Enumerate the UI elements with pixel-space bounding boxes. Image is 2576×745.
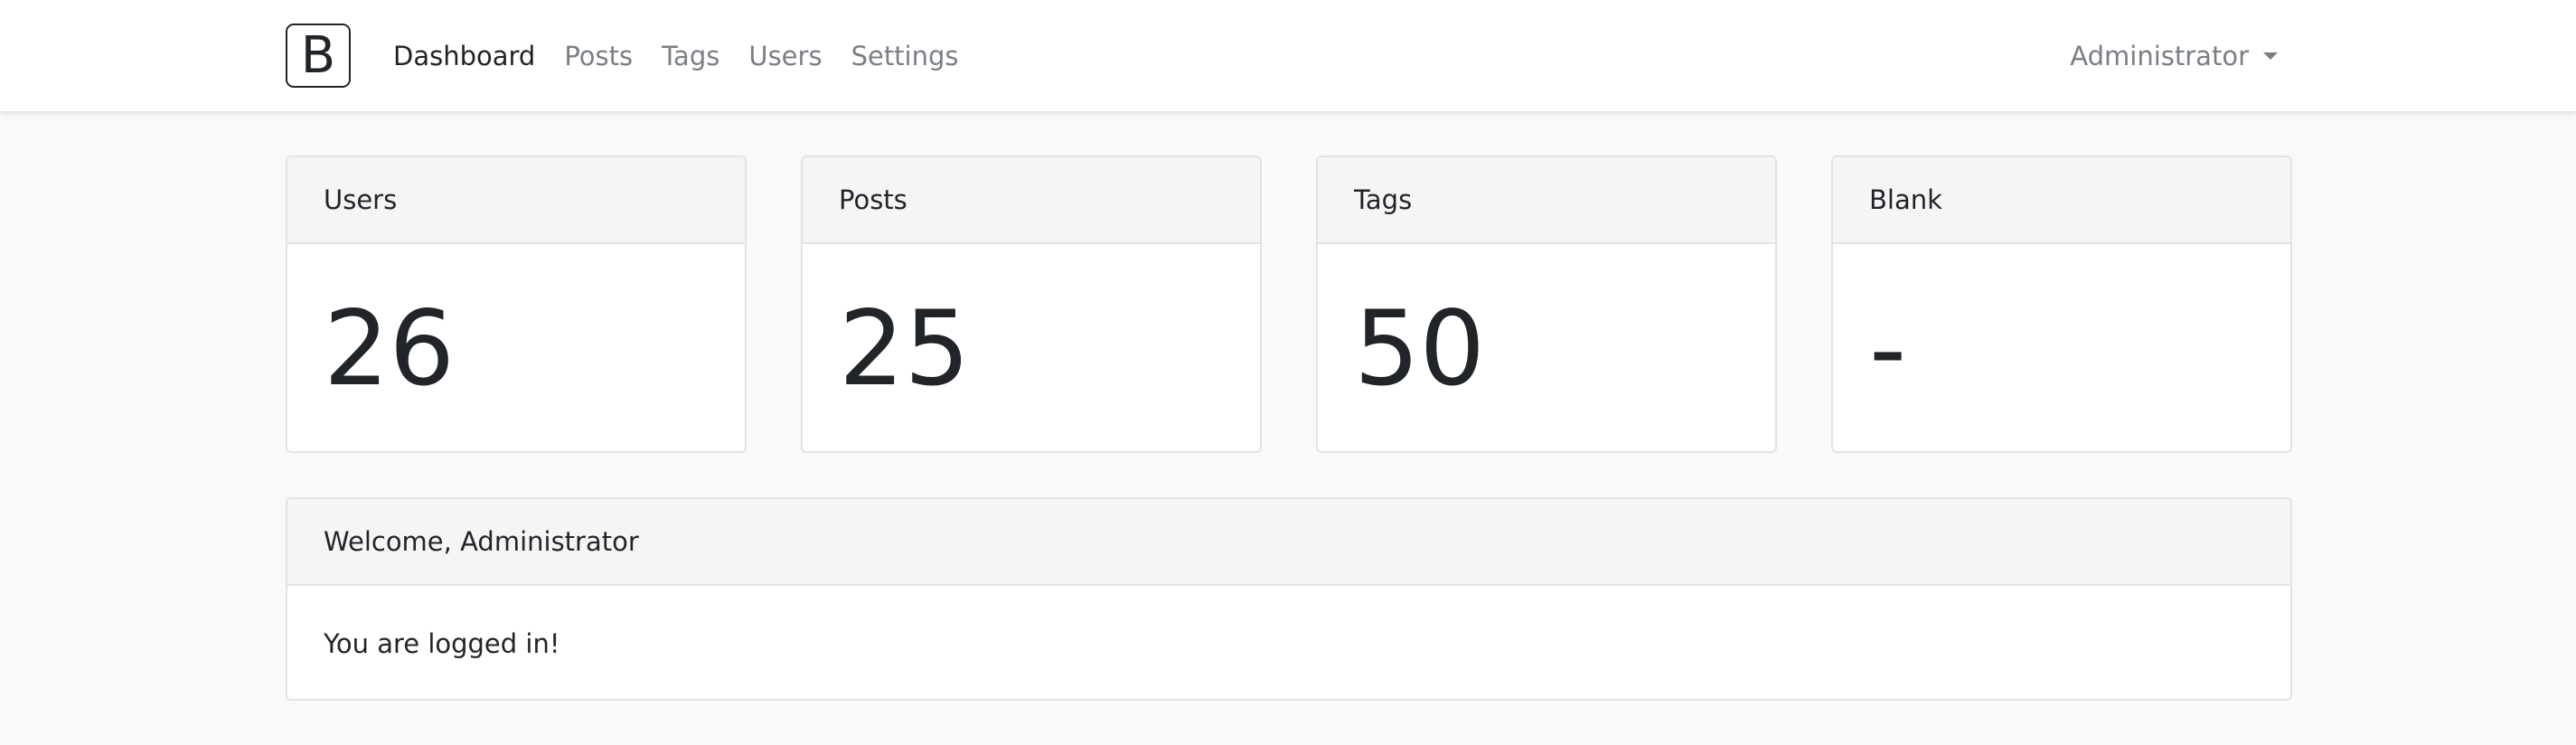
card-header: Users	[287, 157, 745, 244]
top-navbar: B Dashboard Posts Tags Users Settings Ad…	[0, 0, 2576, 112]
card-body: 26	[287, 244, 745, 451]
stat-card-tags: Tags 50	[1316, 156, 1777, 453]
card-body: 50	[1318, 244, 1775, 451]
user-dropdown[interactable]: Administrator	[2070, 0, 2278, 112]
stat-value: -	[1869, 288, 1907, 409]
stat-value: 25	[839, 288, 971, 409]
card-header: Blank	[1833, 157, 2290, 244]
card-header: Tags	[1318, 157, 1775, 244]
nav-link-dashboard[interactable]: Dashboard	[393, 41, 535, 71]
nav-link-settings[interactable]: Settings	[851, 41, 959, 71]
user-name: Administrator	[2070, 41, 2249, 71]
stat-value: 50	[1354, 288, 1486, 409]
welcome-message: You are logged in!	[324, 627, 560, 659]
stat-card-users: Users 26	[286, 156, 747, 453]
stat-value: 26	[324, 288, 456, 409]
stat-card-posts: Posts 25	[801, 156, 1262, 453]
welcome-card: Welcome, Administrator You are logged in…	[286, 497, 2292, 701]
welcome-header: Welcome, Administrator	[287, 499, 2290, 586]
brand-logo[interactable]: B	[286, 24, 351, 88]
nav-link-posts[interactable]: Posts	[564, 41, 633, 71]
nav-links: Dashboard Posts Tags Users Settings	[393, 0, 988, 112]
nav-link-tags[interactable]: Tags	[662, 41, 719, 71]
chevron-down-icon	[2263, 52, 2278, 60]
card-header: Posts	[803, 157, 1260, 244]
card-body: -	[1833, 244, 2290, 451]
nav-link-users[interactable]: Users	[748, 41, 822, 71]
stat-card-blank: Blank -	[1831, 156, 2292, 453]
card-body: 25	[803, 244, 1260, 451]
